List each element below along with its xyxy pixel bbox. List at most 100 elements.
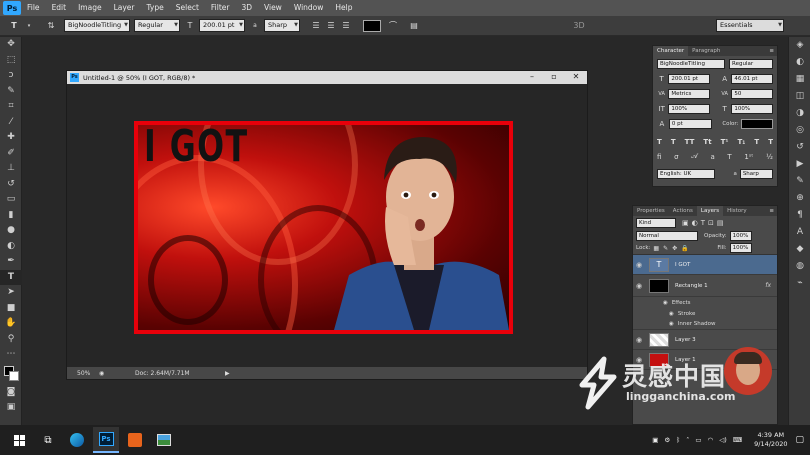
photoshop-taskbar-icon[interactable]: Ps [93,427,119,453]
swash-icon[interactable]: 𝒜 [691,152,698,161]
move-tool-icon[interactable]: ✥ [0,37,22,53]
navigator-icon[interactable]: ◈ [789,37,810,54]
effect-inner-shadow-row[interactable]: ◉ Inner Shadow [633,319,777,330]
character-panel-toggle-icon[interactable]: ▤ [408,20,420,32]
canvas-area[interactable]: I GOT [67,84,587,367]
char-language-dropdown[interactable]: English: UK [657,168,716,179]
align-center-icon[interactable]: ☰ [325,20,337,32]
minimize-icon[interactable]: – [521,71,543,83]
effect-stroke-row[interactable]: ◉ Stroke [633,308,777,319]
char-aa-dropdown[interactable]: Sharp [739,168,773,179]
text-orientation-icon[interactable]: ⇅ [45,20,57,32]
layer-filter-icons[interactable]: ▣◐T⊡▤ [682,219,726,227]
fx-badge[interactable]: fx [765,282,771,289]
clone-source-icon[interactable]: ⊕ [789,190,810,207]
screen-mode-icon[interactable]: ▣ [0,400,22,416]
fill-field[interactable]: 100% [729,243,752,253]
swatches-icon[interactable]: ▦ [789,71,810,88]
headline-text[interactable]: I GOT [144,125,249,169]
char-font-family[interactable]: BigNoodleTitling [657,58,725,69]
color-icon[interactable]: ◐ [789,54,810,71]
marquee-tool-icon[interactable]: ⬚ [0,53,22,69]
wifi-icon[interactable]: ◠ [708,436,714,444]
stamp-tool-icon[interactable]: ⊥ [0,161,22,177]
actions-icon[interactable]: ▶ [789,156,810,173]
lock-icons[interactable]: ▦✎✥🔒 [653,245,717,252]
character-icon[interactable]: A [789,224,810,241]
char-color-swatch[interactable] [741,118,773,129]
eye-icon[interactable]: ◉ [669,311,674,317]
color-swatches[interactable] [0,363,21,385]
font-family-dropdown[interactable]: BigNoodleTitling ▼ [64,19,130,32]
ligature-icon[interactable]: ﬁ [657,153,661,161]
masks-icon[interactable]: ◎ [789,122,810,139]
strikethrough-icon[interactable]: T [768,138,773,146]
alternates-icon[interactable]: a [710,153,714,161]
brush-presets-icon[interactable]: ✎ [789,173,810,190]
eye-icon[interactable]: ◉ [633,336,645,344]
workspace-dropdown[interactable]: Essentials ▼ [716,19,784,32]
titling-icon[interactable]: T [727,153,731,161]
hand-tool-icon[interactable]: ✋ [0,316,22,332]
faux-italic-icon[interactable]: T [671,138,676,146]
char-kerning-field[interactable]: Metrics [668,88,710,99]
menu-view[interactable]: View [258,0,288,16]
pen-tool-icon[interactable]: ✒ [0,254,22,270]
type-tool-icon[interactable]: T [0,269,22,285]
menu-type[interactable]: Type [141,0,170,16]
menu-window[interactable]: Window [288,0,330,16]
char-font-style[interactable]: Regular [729,58,773,69]
menu-select[interactable]: Select [170,0,205,16]
zoom-tool-icon[interactable]: ⚲ [0,332,22,348]
char-vscale-field[interactable]: 100% [668,103,710,114]
small-caps-icon[interactable]: Tt [703,138,711,146]
dodge-tool-icon[interactable]: ◐ [0,239,22,255]
anti-alias-dropdown[interactable]: Sharp ▼ [264,19,300,32]
task-view-icon[interactable]: ⧉ [35,427,61,453]
tab-history[interactable]: History [723,206,751,216]
system-clock[interactable]: 4:39 AM 9/14/2020 [754,431,787,449]
opacity-field[interactable]: 100% [729,230,752,241]
tab-actions[interactable]: Actions [669,206,697,216]
3d-label[interactable]: 3D [573,20,585,32]
font-size-dropdown[interactable]: 200.01 pt ▼ [199,19,245,32]
subscript-icon[interactable]: T₁ [737,138,745,146]
photos-app-icon[interactable] [151,427,177,453]
eyedropper-tool-icon[interactable]: ⁄ [0,115,22,131]
tab-properties[interactable]: Properties [633,206,669,216]
tab-layers[interactable]: Layers [696,206,724,216]
healing-tool-icon[interactable]: ✚ [0,130,22,146]
eye-icon[interactable]: ◉ [669,321,674,327]
status-arrow-icon[interactable]: ▶ [225,370,230,377]
eye-icon[interactable]: ◉ [633,282,645,290]
menu-filter[interactable]: Filter [205,0,236,16]
shape-tool-icon[interactable]: ■ [0,301,22,317]
superscript-icon[interactable]: T¹ [721,138,729,146]
font-style-dropdown[interactable]: Regular ▼ [134,19,180,32]
menu-layer[interactable]: Layer [108,0,141,16]
tray-app-icon[interactable]: ▣ [652,436,658,444]
quick-select-tool-icon[interactable]: ✎ [0,84,22,100]
paragraph-icon[interactable]: ¶ [789,207,810,224]
char-size-field[interactable]: 200.01 pt [668,73,710,84]
ordinals-icon[interactable]: 1ˢᵗ [744,153,753,161]
layer-row-i-got[interactable]: ◉ T I GOT [633,255,777,275]
edge-browser-icon[interactable] [64,427,90,453]
gradient-tool-icon[interactable]: ▮ [0,208,22,224]
blur-tool-icon[interactable]: ● [0,223,22,239]
tray-settings-icon[interactable]: ⚙ [664,436,670,444]
tab-paragraph[interactable]: Paragraph [688,46,724,56]
effects-row[interactable]: ◉ Effects [633,297,777,308]
faux-bold-icon[interactable]: T [657,138,662,146]
underline-icon[interactable]: T [754,138,759,146]
warp-text-icon[interactable]: ⌒ [387,20,399,32]
layers-icon[interactable]: ◆ [789,241,810,258]
layer-kind-dropdown[interactable]: Kind [636,217,676,228]
zoom-level[interactable]: 50% [77,370,99,377]
menu-3d[interactable]: 3D [235,0,258,16]
history-brush-tool-icon[interactable]: ↺ [0,177,22,193]
menu-help[interactable]: Help [329,0,358,16]
old-style-icon[interactable]: σ [674,153,678,161]
channels-icon[interactable]: ◍ [789,258,810,275]
align-right-icon[interactable]: ☰ [340,20,352,32]
